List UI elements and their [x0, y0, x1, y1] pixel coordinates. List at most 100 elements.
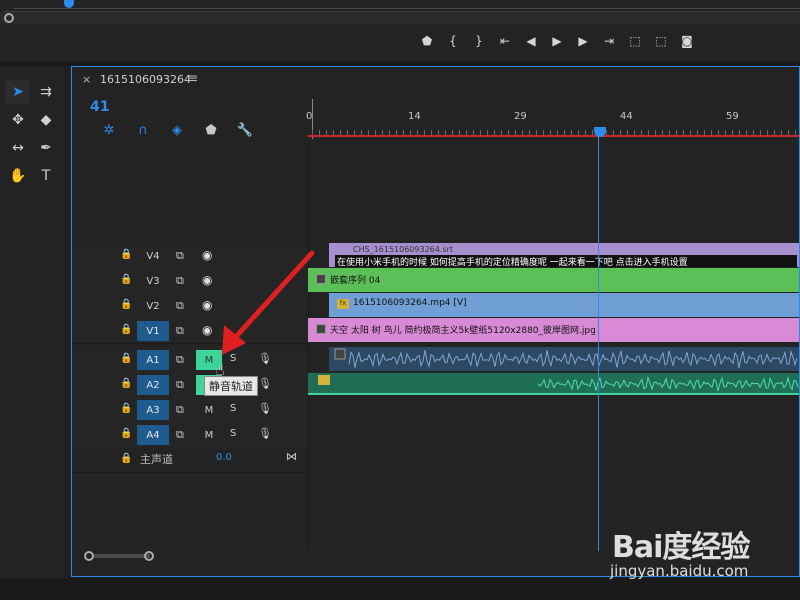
- mark-in-icon[interactable]: {: [440, 30, 466, 52]
- eye-icon[interactable]: ◉: [202, 248, 212, 262]
- track-target-toggle[interactable]: A2: [137, 375, 169, 395]
- clip-a1-audio[interactable]: [329, 347, 799, 371]
- track-target-toggle[interactable]: A4: [137, 425, 169, 445]
- ruler-tick: [676, 130, 677, 135]
- export-frame-icon[interactable]: ◙: [674, 30, 700, 52]
- sync-lock-icon[interactable]: ⧉: [176, 274, 184, 288]
- ruler-tick: [732, 130, 733, 135]
- master-volume-value[interactable]: 0.0: [216, 452, 232, 463]
- timecode-display[interactable]: 41: [90, 99, 109, 115]
- monitor-scrubber[interactable]: [4, 0, 800, 12]
- ruler-tick: [606, 130, 607, 135]
- clip-a2-audio[interactable]: [308, 373, 799, 395]
- track-target-toggle[interactable]: V3: [137, 271, 169, 291]
- eye-icon[interactable]: ◉: [202, 298, 212, 312]
- ruler-tick: [767, 130, 768, 135]
- sync-lock-icon[interactable]: ⧉: [176, 299, 184, 313]
- zoom-handle[interactable]: [4, 13, 14, 23]
- ruler-tick: [725, 130, 726, 135]
- microphone-icon[interactable]: 🎙: [258, 427, 272, 440]
- track-target-toggle[interactable]: V4: [137, 246, 169, 266]
- zoom-handle-right[interactable]: [144, 551, 154, 561]
- lock-icon[interactable]: 🔒: [120, 428, 132, 439]
- lock-icon[interactable]: 🔒: [120, 378, 132, 389]
- type-tool-icon[interactable]: T: [34, 164, 58, 188]
- lock-icon[interactable]: 🔒: [120, 274, 132, 285]
- ruler-tick: [571, 130, 572, 135]
- clip-v4-captions[interactable]: CHS_1615106093264.srt 在使用小米手机的时候 如何提高手机的…: [329, 243, 799, 267]
- close-icon[interactable]: ×: [82, 73, 91, 86]
- hand-tool-icon[interactable]: ✋: [6, 164, 30, 188]
- play-icon[interactable]: ▶: [544, 30, 570, 52]
- add-marker-icon[interactable]: ⬟: [194, 121, 228, 139]
- extract-icon[interactable]: ⬚: [648, 30, 674, 52]
- solo-track-button[interactable]: S: [230, 428, 236, 439]
- time-ruler[interactable]: 0 14 29 44 59: [306, 99, 799, 139]
- clip-v3-nested-sequence[interactable]: 嵌套序列 04: [308, 268, 799, 292]
- panel-menu-icon[interactable]: ≡: [188, 71, 198, 85]
- sync-lock-icon[interactable]: ⧉: [176, 403, 184, 417]
- go-to-in-icon[interactable]: ⇤: [492, 30, 518, 52]
- lock-icon[interactable]: 🔒: [120, 249, 132, 260]
- track-header-a3[interactable]: 🔒 A3 ⧉ M S 🎙: [72, 397, 308, 423]
- ruler-tick: [718, 130, 719, 135]
- ruler-tick: [487, 130, 488, 135]
- sync-lock-icon[interactable]: ⧉: [176, 428, 184, 442]
- lock-icon[interactable]: 🔒: [120, 403, 132, 414]
- snap-icon[interactable]: ∩: [126, 121, 160, 139]
- scroll-thumb[interactable]: [92, 554, 150, 558]
- lock-icon[interactable]: 🔒: [120, 353, 132, 364]
- mute-track-button[interactable]: M: [196, 425, 222, 445]
- solo-track-button[interactable]: S: [230, 403, 236, 414]
- ruler-tick: [711, 130, 712, 135]
- sync-lock-icon[interactable]: ⧉: [176, 378, 184, 392]
- track-target-toggle[interactable]: V1: [137, 321, 169, 341]
- sync-lock-icon[interactable]: ⧉: [176, 249, 184, 263]
- track-target-toggle[interactable]: A3: [137, 400, 169, 420]
- ruler-tick: [564, 130, 565, 135]
- step-forward-icon[interactable]: ▶: [570, 30, 596, 52]
- ruler-tick: [655, 130, 656, 135]
- clip-v1-image[interactable]: 天空 太阳 树 鸟儿 简约极简主义5k壁纸5120x2880_彼岸图网.jpg: [308, 318, 799, 342]
- step-back-icon[interactable]: ◀: [518, 30, 544, 52]
- ruler-tick: [340, 130, 341, 135]
- sync-lock-icon[interactable]: ⧉: [176, 353, 184, 367]
- eye-icon[interactable]: ◉: [202, 323, 212, 337]
- settings-wrench-icon[interactable]: 🔧: [228, 121, 262, 139]
- ripple-edit-tool-icon[interactable]: ✥: [6, 108, 30, 132]
- go-to-out-icon[interactable]: ⇥: [596, 30, 622, 52]
- sequence-title[interactable]: 1615106093264: [100, 73, 191, 86]
- razor-tool-icon[interactable]: ◆: [34, 108, 58, 132]
- eye-icon[interactable]: ◉: [202, 273, 212, 287]
- ruler-tick: [788, 130, 789, 135]
- mark-out-icon[interactable]: }: [466, 30, 492, 52]
- track-select-tool-icon[interactable]: ⇉: [34, 80, 58, 104]
- nest-icon[interactable]: ✲: [92, 121, 126, 139]
- go-to-end-icon[interactable]: ⋈: [286, 450, 297, 463]
- monitor-zoom-bar[interactable]: [0, 12, 800, 24]
- mute-track-button[interactable]: M: [196, 400, 222, 420]
- sync-lock-icon[interactable]: ⧉: [176, 324, 184, 338]
- lock-icon[interactable]: 🔒: [120, 453, 132, 464]
- lock-icon[interactable]: 🔒: [120, 324, 132, 335]
- monitor-playhead[interactable]: [64, 0, 74, 8]
- lift-icon[interactable]: ⬚: [622, 30, 648, 52]
- selection-tool-icon[interactable]: ➤: [6, 80, 30, 104]
- track-header-a2[interactable]: 🔒A2⧉MS🎙: [72, 372, 308, 398]
- zoom-handle-left[interactable]: [84, 551, 94, 561]
- slip-tool-icon[interactable]: ↔: [6, 136, 30, 160]
- ruler-tick: [347, 130, 348, 135]
- microphone-icon[interactable]: 🎙: [258, 377, 272, 390]
- add-marker-icon[interactable]: ⬟: [414, 30, 440, 52]
- lock-icon[interactable]: 🔒: [120, 299, 132, 310]
- track-header-a4[interactable]: 🔒 A4 ⧉ M S 🎙: [72, 422, 308, 448]
- master-track-header[interactable]: 🔒 主声道 0.0 ⋈: [72, 447, 308, 473]
- clip-v2-video[interactable]: fx 1615106093264.mp4 [V]: [329, 293, 799, 317]
- ruler-label: 0: [306, 111, 313, 122]
- pen-tool-icon[interactable]: ✒: [34, 136, 58, 160]
- timeline-tab[interactable]: × 1615106093264 ≡: [72, 67, 799, 93]
- microphone-icon[interactable]: 🎙: [258, 402, 272, 415]
- track-target-toggle[interactable]: V2: [137, 296, 169, 316]
- track-target-toggle[interactable]: A1: [137, 350, 169, 370]
- linked-selection-icon[interactable]: ◈: [160, 121, 194, 139]
